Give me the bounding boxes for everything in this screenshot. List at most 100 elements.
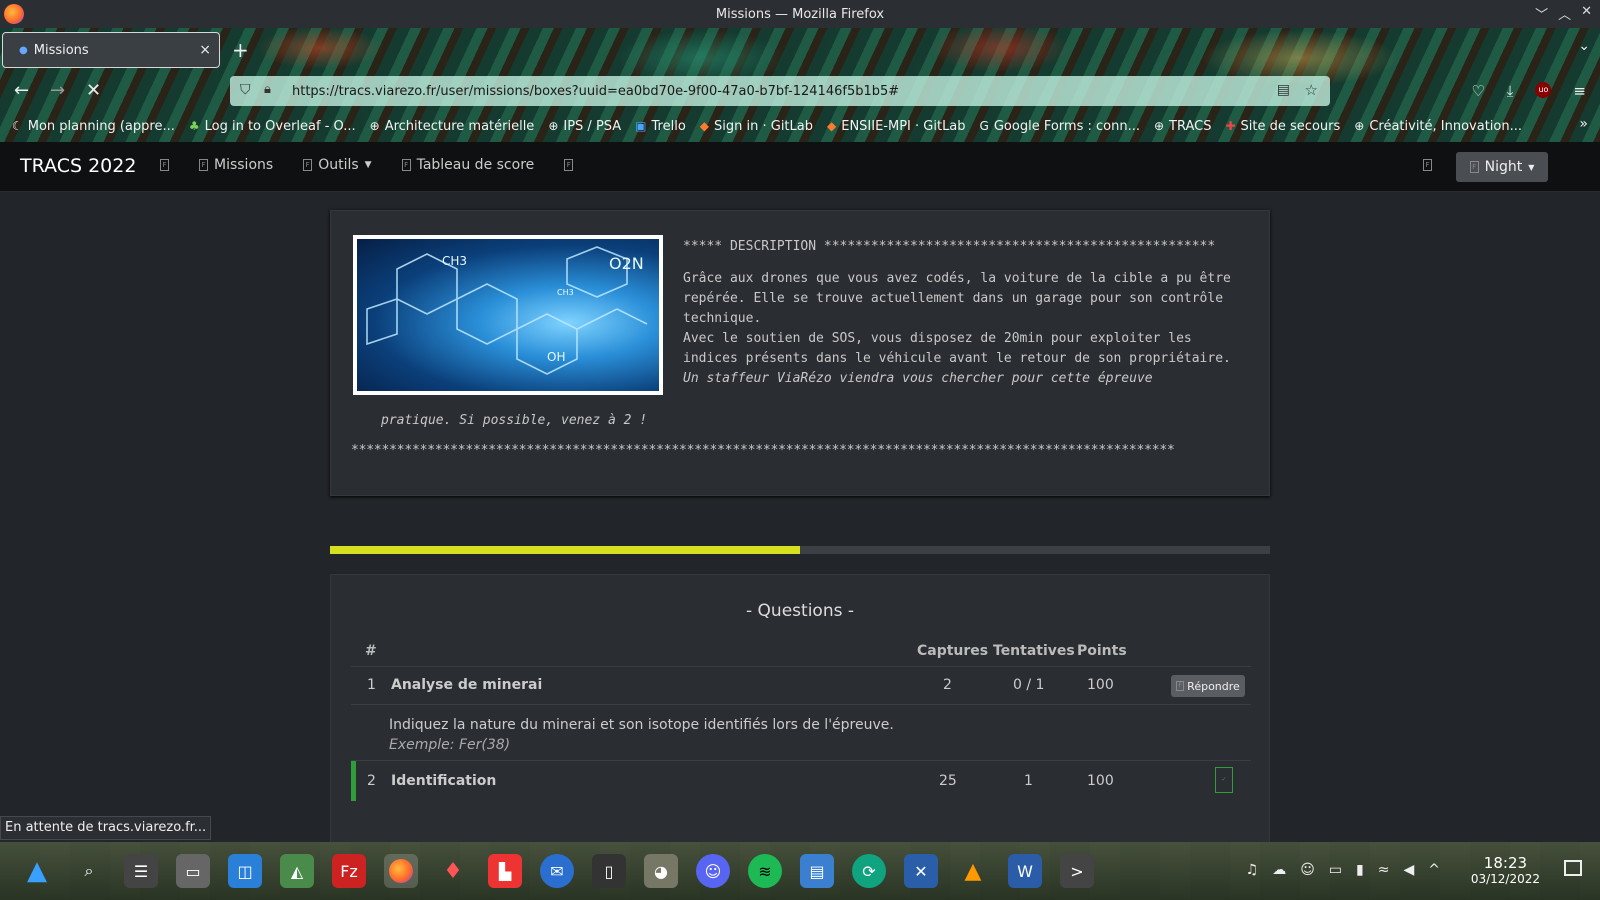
word-icon[interactable]: W xyxy=(1008,854,1042,888)
bookmark-item[interactable]: G Google Forms : conn... xyxy=(980,119,1140,134)
cloud-icon[interactable]: ☁ xyxy=(1272,862,1286,878)
store-icon[interactable]: ◫ xyxy=(228,854,262,888)
bookmark-item[interactable]: ⊕ IPS / PSA xyxy=(548,119,621,134)
browser-chrome: ● Missions × + ⌄ ← → ✕ ⛉ 🔒︎ https://trac… xyxy=(0,28,1600,142)
battery-icon[interactable]: ▭ xyxy=(1329,862,1342,878)
shield-icon[interactable]: ⛉ xyxy=(240,82,251,98)
spotify-icon[interactable]: ≋ xyxy=(748,854,782,888)
firefox-icon[interactable] xyxy=(384,854,418,888)
pocket-icon[interactable]: ♡ xyxy=(1471,82,1484,100)
bookmark-item[interactable]: ✚ Site de secours xyxy=(1225,119,1340,134)
vlc-icon[interactable]: ▲ xyxy=(956,854,990,888)
filezilla-icon[interactable]: Fz xyxy=(332,854,366,888)
bookmark-item[interactable]: ▣ Trello xyxy=(635,119,686,134)
gimp-icon[interactable]: ◕ xyxy=(644,854,678,888)
questions-title: - Questions - xyxy=(746,601,854,621)
caret-down-icon: ▼ xyxy=(364,160,372,170)
user-icon[interactable]: F xyxy=(1423,159,1432,171)
file-manager-icon[interactable]: ▭ xyxy=(176,854,210,888)
tablet-icon[interactable]: ▯ xyxy=(592,854,626,888)
discord-tray-icon[interactable]: ☺ xyxy=(1300,862,1315,878)
volume-icon[interactable]: ◀ xyxy=(1403,862,1414,878)
bookmark-item[interactable]: ☾ Mon planning (appre... xyxy=(12,119,175,134)
globe-icon: ⊕ xyxy=(1354,119,1365,133)
window-title: Missions — Mozilla Firefox xyxy=(715,6,885,22)
description-footer: ****************************************… xyxy=(351,443,1175,458)
sync-icon[interactable]: ⟳ xyxy=(852,854,886,888)
night-mode-button[interactable]: F Night ▼ xyxy=(1456,152,1548,182)
site-brand[interactable]: TRACS 2022 xyxy=(20,155,136,177)
bookmark-item[interactable]: ♣ Log in to Overleaf - O... xyxy=(189,119,356,134)
header-attempts: Tentatives xyxy=(993,643,1075,659)
system-tray: ♫ ☁ ☺ ▭ ▮ ≈ ◀ ^ xyxy=(1246,862,1440,878)
mail-icon[interactable]: ✉ xyxy=(540,854,574,888)
reader-view-icon[interactable]: ▤ xyxy=(1277,82,1290,98)
list-tabs-icon[interactable]: ⌄ xyxy=(1578,38,1590,54)
image-viewer-icon[interactable]: ◭ xyxy=(280,854,314,888)
bookmark-item[interactable]: ⊕ Architecture matérielle xyxy=(370,119,535,134)
stop-loading-icon[interactable]: ✕ xyxy=(86,80,101,101)
question-captures: 25 xyxy=(939,773,957,789)
firefox-logo-icon xyxy=(4,4,24,24)
notifications-icon[interactable]: ♫ xyxy=(1246,862,1259,878)
download-icon[interactable]: ⤓ xyxy=(1507,82,1514,100)
vscode-icon[interactable]: ✕ xyxy=(904,854,938,888)
app-launcher-icon[interactable]: ▲ xyxy=(20,854,54,888)
header-captures: Captures xyxy=(917,643,989,659)
discord-icon[interactable]: ☺ xyxy=(696,854,730,888)
minimize-icon[interactable]: ﹀ xyxy=(1535,4,1548,23)
bookmark-item[interactable]: ⊕ TRACS xyxy=(1154,119,1212,134)
clock-time: 18:23 xyxy=(1483,854,1528,872)
bookmark-item[interactable]: ◆ ENSIIE-MPI · GitLab xyxy=(827,119,966,134)
question-attempts: 1 xyxy=(1024,773,1033,789)
question-points: 100 xyxy=(1087,677,1114,693)
flipboard-icon[interactable]: ▙ xyxy=(488,854,522,888)
bookmarks-bar: ☾ Mon planning (appre... ♣ Log in to Overl… xyxy=(0,112,1600,140)
tray-expand-icon[interactable]: ^ xyxy=(1428,862,1440,878)
url-text[interactable]: https://tracs.viarezo.fr/user/missions/b… xyxy=(292,84,899,99)
ublock-icon[interactable]: uo xyxy=(1535,82,1552,98)
close-window-icon[interactable]: ✕ xyxy=(1581,4,1592,23)
maximize-icon[interactable]: ︿ xyxy=(1558,4,1571,23)
url-bar[interactable]: ⛉ 🔒︎ https://tracs.viarezo.fr/user/missi… xyxy=(230,76,1330,106)
home-icon[interactable]: F xyxy=(160,159,169,171)
more-bookmarks-icon[interactable]: » xyxy=(1579,116,1588,132)
back-icon[interactable]: ← xyxy=(14,80,29,101)
usb-icon[interactable]: ▮ xyxy=(1356,862,1364,878)
svg-text:O2N: O2N xyxy=(609,254,644,273)
question-text: Indiquez la nature du minerai et son iso… xyxy=(389,717,894,733)
mission-card: CH3 O2N OH CH3 ***** DESCRIPTION *******… xyxy=(330,210,1270,496)
tab-missions[interactable]: ● Missions × xyxy=(2,32,220,68)
bookmark-star-icon[interactable]: ☆ xyxy=(1305,81,1318,99)
nav-missions[interactable]: F Missions xyxy=(199,157,273,173)
table-row: 1 Analyse de minerai 2 0 / 1 100 F Répon… xyxy=(351,667,1251,705)
clock[interactable]: 18:23 03/12/2022 xyxy=(1471,854,1540,886)
new-tab-icon[interactable]: + xyxy=(232,38,249,62)
wifi-icon[interactable]: ≈ xyxy=(1378,862,1390,878)
terminal-icon[interactable]: > xyxy=(1060,854,1094,888)
leaf-icon: ♣ xyxy=(188,119,200,133)
nav-scoreboard[interactable]: F Tableau de score xyxy=(401,157,534,173)
nav-outils[interactable]: F Outils ▼ xyxy=(303,157,372,173)
question-statement: Indiquez la nature du minerai et son iso… xyxy=(351,705,1251,761)
menu-icon[interactable]: ≡ xyxy=(1573,82,1586,100)
svg-text:OH: OH xyxy=(547,350,565,364)
search-icon[interactable]: ⌕ xyxy=(72,854,106,888)
loading-dot-icon: ● xyxy=(19,44,28,56)
edit-icon: F xyxy=(1176,681,1185,691)
show-desktop-icon[interactable] xyxy=(1564,860,1582,876)
moon-icon: F xyxy=(1469,161,1479,173)
window-controls: ﹀ ︿ ✕ xyxy=(1535,4,1592,23)
clock-date: 03/12/2022 xyxy=(1470,872,1540,886)
settings-icon[interactable]: ☰ xyxy=(124,854,158,888)
extra-nav-icon[interactable]: F xyxy=(564,159,574,171)
chat-icon[interactable]: ▤ xyxy=(800,854,834,888)
brave-icon[interactable]: ♦ xyxy=(436,854,470,888)
lock-icon[interactable]: 🔒︎ xyxy=(264,82,271,97)
forward-icon[interactable]: → xyxy=(50,80,65,101)
page-content: CH3 O2N OH CH3 ***** DESCRIPTION *******… xyxy=(0,192,1600,854)
tab-close-icon[interactable]: × xyxy=(199,42,211,58)
answer-button[interactable]: F Répondre xyxy=(1171,675,1245,697)
bookmark-item[interactable]: ⊕ Créativité, Innovation... xyxy=(1354,119,1522,134)
bookmark-item[interactable]: ◆ Sign in · GitLab xyxy=(700,119,813,134)
